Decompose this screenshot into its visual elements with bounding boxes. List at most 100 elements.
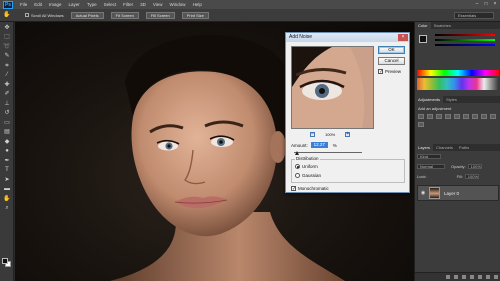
vibrance-adjust-icon[interactable] — [454, 114, 460, 119]
eyedropper-tool-icon[interactable]: ⁄ — [2, 71, 12, 79]
menu-type[interactable]: Type — [87, 2, 97, 7]
shape-tool-icon[interactable]: ▬ — [2, 185, 12, 193]
zoom-tool-icon[interactable]: ⌕ — [2, 204, 12, 212]
layer-style-icon[interactable] — [454, 275, 458, 279]
layer-mask-icon[interactable] — [462, 275, 466, 279]
move-tool-icon[interactable]: ✥ — [2, 24, 12, 32]
type-tool-icon[interactable]: T — [2, 166, 12, 174]
zoom-out-button[interactable]: − — [310, 132, 315, 137]
tab-channels[interactable]: Channels — [433, 144, 456, 151]
dialog-title-bar[interactable]: Add Noise × — [286, 33, 409, 42]
tab-adjustments[interactable]: Adjustments — [415, 96, 444, 103]
levels-adjust-icon[interactable] — [427, 114, 433, 119]
clone-stamp-tool-icon[interactable]: ⊥ — [2, 100, 12, 108]
scroll-all-windows-checkbox[interactable]: Scroll All Windows — [25, 13, 64, 18]
fill-screen-button[interactable]: Fill Screen — [145, 11, 175, 19]
trash-icon[interactable] — [494, 275, 498, 279]
tab-swatches[interactable]: Swatches — [431, 22, 454, 29]
foreground-color-swatch[interactable] — [2, 258, 8, 264]
menu-file[interactable]: File — [20, 2, 27, 7]
tab-color[interactable]: Color — [415, 22, 431, 29]
color-sliders[interactable] — [435, 34, 495, 49]
minimize-icon[interactable]: – — [474, 1, 480, 7]
fill-input[interactable]: 100% — [464, 174, 479, 179]
gaussian-radio[interactable]: Gaussian — [295, 173, 321, 178]
brush-tool-icon[interactable]: ✐ — [2, 90, 12, 98]
swatch-grid[interactable] — [417, 78, 499, 90]
red-slider[interactable] — [435, 34, 495, 36]
print-size-button[interactable]: Print Size — [181, 11, 209, 19]
healing-brush-tool-icon[interactable]: ✚ — [2, 81, 12, 89]
layer-kind-filter[interactable]: Kind — [417, 154, 441, 159]
close-icon[interactable]: × — [492, 1, 498, 7]
menu-edit[interactable]: Edit — [34, 2, 42, 7]
color-ramp[interactable] — [417, 70, 499, 76]
blue-slider[interactable] — [435, 44, 495, 46]
menu-help[interactable]: Help — [193, 2, 202, 7]
new-layer-icon[interactable] — [486, 275, 490, 279]
blend-mode-select[interactable]: Normal — [417, 164, 445, 169]
ok-button[interactable]: OK — [378, 46, 405, 54]
crop-tool-icon[interactable]: ⌗ — [2, 62, 12, 70]
amount-input[interactable]: 12.27 — [310, 142, 328, 148]
menu-view[interactable]: View — [153, 2, 163, 7]
amount-slider-thumb[interactable] — [295, 151, 299, 155]
hue-adjust-icon[interactable] — [463, 114, 469, 119]
checkbox-box — [25, 13, 29, 17]
path-select-tool-icon[interactable]: ➤ — [2, 176, 12, 184]
green-slider[interactable] — [435, 39, 495, 41]
menu-3d[interactable]: 3D — [140, 2, 146, 7]
link-layers-icon[interactable] — [446, 275, 450, 279]
monochromatic-checkbox[interactable]: ✓ Monochromatic — [291, 186, 329, 192]
blend-opacity-row: Normal Opacity: 100% — [417, 164, 482, 169]
blur-tool-icon[interactable]: ◆ — [2, 138, 12, 146]
curves-adjust-icon[interactable] — [436, 114, 442, 119]
actual-pixels-button[interactable]: Actual Pixels — [70, 11, 104, 19]
cancel-button[interactable]: Cancel — [378, 57, 405, 65]
menu-layer[interactable]: Layer — [69, 2, 80, 7]
opacity-input[interactable]: 100% — [467, 164, 482, 169]
dodge-tool-icon[interactable]: ● — [2, 147, 12, 155]
menu-filter[interactable]: Filter — [123, 2, 133, 7]
layer-name[interactable]: Layer 0 — [444, 191, 459, 196]
dialog-close-icon[interactable]: × — [398, 34, 408, 41]
new-adjustment-icon[interactable] — [470, 275, 474, 279]
lasso-tool-icon[interactable]: ➰ — [2, 43, 12, 51]
menu-window[interactable]: Window — [170, 2, 186, 7]
gradient-tool-icon[interactable]: ▤ — [2, 128, 12, 136]
tab-styles[interactable]: Styles — [443, 96, 460, 103]
history-brush-tool-icon[interactable]: ↺ — [2, 109, 12, 117]
add-noise-dialog: Add Noise × OK Cancel ✓ Preview − 100% +… — [285, 32, 410, 193]
fit-screen-button[interactable]: Fit Screen — [110, 11, 139, 19]
menu-image[interactable]: Image — [49, 2, 62, 7]
marquee-tool-icon[interactable]: ⬚ — [2, 33, 12, 41]
preview-checkbox[interactable]: ✓ Preview — [378, 69, 401, 75]
brightness-adjust-icon[interactable] — [418, 114, 424, 119]
workspace-switcher[interactable]: Essentials — [454, 12, 494, 19]
layer-row[interactable]: ◉ Layer 0 — [417, 185, 499, 201]
new-group-icon[interactable] — [478, 275, 482, 279]
layer-thumbnail — [429, 187, 440, 199]
eye-icon[interactable]: ◉ — [420, 190, 426, 196]
maximize-icon[interactable]: □ — [483, 1, 489, 7]
pen-tool-icon[interactable]: ✒ — [2, 157, 12, 165]
gaussian-label: Gaussian — [302, 173, 322, 178]
tab-layers[interactable]: Layers — [415, 144, 434, 151]
zoom-in-button[interactable]: + — [345, 132, 351, 137]
menu-select[interactable]: Select — [104, 2, 117, 7]
color-balance-adjust-icon[interactable] — [472, 114, 478, 119]
tab-paths[interactable]: Paths — [456, 144, 472, 151]
bw-adjust-icon[interactable] — [481, 114, 487, 119]
quick-select-tool-icon[interactable]: ✎ — [2, 52, 12, 60]
panel-foreground-swatch[interactable] — [419, 35, 427, 43]
hand-tool-icon[interactable]: ✋ — [3, 11, 11, 19]
layers-panel-tabs: Layers Channels Paths — [415, 144, 500, 151]
photo-filter-adjust-icon[interactable] — [490, 114, 496, 119]
amount-slider-track[interactable] — [294, 152, 362, 153]
uniform-radio[interactable]: Uniform — [295, 164, 318, 169]
channel-mixer-adjust-icon[interactable] — [418, 122, 424, 127]
hand-tool-icon[interactable]: ✋ — [2, 195, 12, 203]
filter-preview[interactable] — [291, 46, 374, 129]
eraser-tool-icon[interactable]: ▭ — [2, 119, 12, 127]
exposure-adjust-icon[interactable] — [445, 114, 451, 119]
